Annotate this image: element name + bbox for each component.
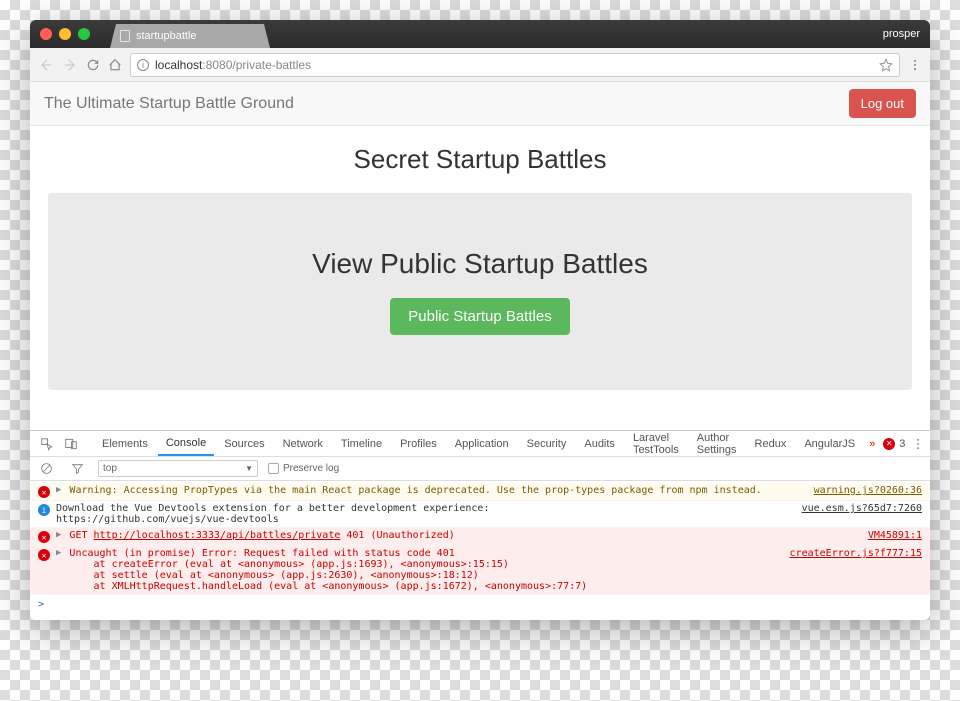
error-icon: ✕: [38, 549, 50, 561]
context-selector[interactable]: top ▼: [98, 460, 258, 477]
dots-vertical-icon: [908, 58, 922, 72]
log-message: Warning: Accessing PropTypes via the mai…: [69, 485, 807, 496]
devtools-tab-laravel[interactable]: Laravel TestTools: [625, 431, 687, 456]
bookmark-button[interactable]: [879, 58, 893, 72]
url-port: :8080: [202, 58, 232, 72]
log-source[interactable]: VM45891:1: [868, 530, 922, 541]
filter-button[interactable]: [67, 462, 88, 475]
device-icon: [64, 437, 78, 451]
console-output: ✕ ▶ Warning: Accessing PropTypes via the…: [30, 481, 930, 620]
devtools-tab-elements[interactable]: Elements: [94, 431, 156, 456]
devtools-tab-author[interactable]: Author Settings: [689, 431, 745, 456]
expand-caret-icon[interactable]: ▶: [56, 530, 61, 540]
preserve-log-label: Preserve log: [283, 463, 339, 474]
console-prompt[interactable]: >: [30, 595, 930, 614]
devtools-settings-button[interactable]: [907, 437, 929, 451]
card-title: View Public Startup Battles: [68, 248, 892, 280]
public-battles-button[interactable]: Public Startup Battles: [390, 298, 569, 335]
home-icon: [108, 58, 122, 72]
browser-tab[interactable]: startupbattle: [110, 24, 270, 48]
brand-title: The Ultimate Startup Battle Ground: [44, 95, 294, 113]
page-icon: [120, 30, 130, 42]
reload-button[interactable]: [86, 58, 100, 72]
devtools-tab-angular[interactable]: AngularJS: [796, 431, 863, 456]
log-row[interactable]: ✕ ▶ GET http://localhost:3333/api/battle…: [30, 528, 930, 546]
tab-strip: startupbattle: [110, 20, 270, 48]
devtools-tab-console[interactable]: Console: [158, 431, 214, 456]
filter-icon: [71, 462, 84, 475]
context-label: top: [103, 463, 117, 474]
devtools-tab-audits[interactable]: Audits: [576, 431, 623, 456]
log-source[interactable]: warning.js?0260:36: [814, 485, 922, 496]
tab-title: startupbattle: [136, 30, 197, 42]
logout-button[interactable]: Log out: [849, 89, 916, 118]
home-button[interactable]: [108, 58, 122, 72]
profile-name[interactable]: prosper: [883, 28, 920, 40]
log-message: GET http://localhost:3333/api/battles/pr…: [69, 530, 861, 541]
devtools-more-tabs[interactable]: »: [865, 438, 879, 450]
devtools-tabbar: Elements Console Sources Network Timelin…: [30, 431, 930, 457]
page-content: The Ultimate Startup Battle Ground Log o…: [30, 82, 930, 430]
url-path: /private-battles: [232, 58, 311, 72]
back-button[interactable]: [38, 57, 54, 73]
log-message: Download the Vue Devtools extension for …: [56, 503, 796, 525]
log-row[interactable]: ✕ ▶ Warning: Accessing PropTypes via the…: [30, 483, 930, 501]
browser-toolbar: i localhost:8080/private-battles: [30, 48, 930, 82]
preserve-log-checkbox[interactable]: Preserve log: [268, 463, 339, 474]
error-badge-icon: ✕: [883, 438, 895, 450]
browser-window: startupbattle prosper i localhost:8080/p…: [30, 20, 930, 620]
error-count[interactable]: ✕ 3: [883, 438, 905, 450]
forward-button[interactable]: [62, 57, 78, 73]
devtools-tab-application[interactable]: Application: [447, 431, 517, 456]
url-host: localhost: [155, 58, 202, 72]
clear-icon: [40, 462, 53, 475]
star-icon: [879, 58, 893, 72]
arrow-left-icon: [38, 57, 54, 73]
expand-caret-icon[interactable]: ▶: [56, 548, 61, 558]
devtools-tab-network[interactable]: Network: [275, 431, 331, 456]
log-source[interactable]: vue.esm.js?65d7:7260: [802, 503, 922, 514]
log-row[interactable]: ✕ ▶ Uncaught (in promise) Error: Request…: [30, 546, 930, 595]
devtools-tab-profiles[interactable]: Profiles: [392, 431, 445, 456]
arrow-right-icon: [62, 57, 78, 73]
error-count-value: 3: [899, 438, 905, 450]
site-info-icon[interactable]: i: [137, 59, 149, 71]
info-icon: i: [38, 504, 50, 516]
minimize-window-button[interactable]: [59, 28, 71, 40]
address-bar[interactable]: i localhost:8080/private-battles: [130, 53, 900, 77]
log-row[interactable]: i Download the Vue Devtools extension fo…: [30, 501, 930, 528]
expand-caret-icon[interactable]: ▶: [56, 485, 61, 495]
cta-card: View Public Startup Battles Public Start…: [48, 193, 912, 390]
browser-menu-button[interactable]: [908, 58, 922, 72]
devtools-tab-timeline[interactable]: Timeline: [333, 431, 390, 456]
clear-console-button[interactable]: [36, 462, 57, 475]
devtools-tab-sources[interactable]: Sources: [216, 431, 272, 456]
error-icon: ✕: [38, 486, 50, 498]
app-navbar: The Ultimate Startup Battle Ground Log o…: [30, 82, 930, 126]
url-display: localhost:8080/private-battles: [155, 58, 311, 72]
devtools-tab-redux[interactable]: Redux: [747, 431, 795, 456]
device-toggle-button[interactable]: [60, 437, 82, 451]
reload-icon: [86, 58, 100, 72]
checkbox-icon: [268, 463, 279, 474]
dots-vertical-icon: [911, 437, 925, 451]
log-source[interactable]: createError.js?f777:15: [790, 548, 922, 559]
window-titlebar: startupbattle prosper: [30, 20, 930, 48]
devtools-tab-security[interactable]: Security: [519, 431, 575, 456]
devtools: Elements Console Sources Network Timelin…: [30, 430, 930, 620]
log-message: Uncaught (in promise) Error: Request fai…: [69, 548, 783, 592]
console-subbar: top ▼ Preserve log: [30, 457, 930, 481]
chevron-down-icon: ▼: [245, 464, 253, 473]
error-icon: ✕: [38, 531, 50, 543]
inspect-element-button[interactable]: [36, 437, 58, 451]
maximize-window-button[interactable]: [78, 28, 90, 40]
page-title: Secret Startup Battles: [48, 144, 912, 175]
window-controls: [40, 28, 90, 40]
close-window-button[interactable]: [40, 28, 52, 40]
inspect-icon: [40, 437, 54, 451]
main-content: Secret Startup Battles View Public Start…: [30, 126, 930, 430]
